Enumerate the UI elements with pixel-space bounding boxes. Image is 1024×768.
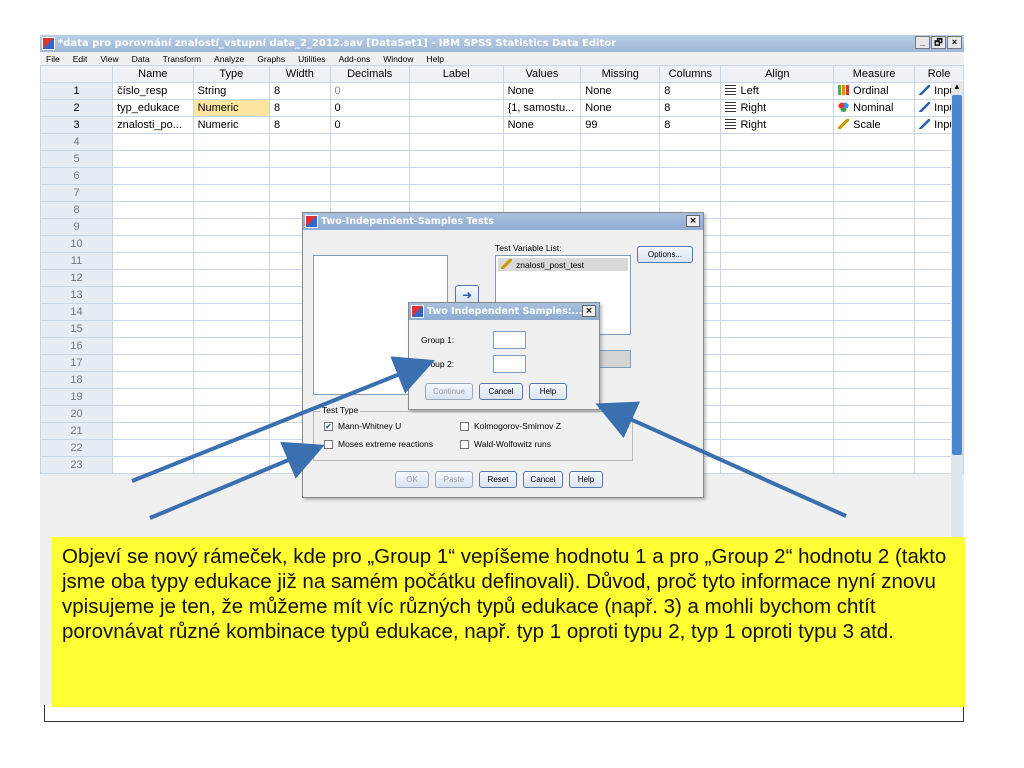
slide-frame	[44, 705, 964, 722]
explanation-caption: Objeví se nový rámeček, kde pro „Group 1…	[52, 537, 965, 707]
arrow-to-mann-whitney-icon	[149, 441, 325, 520]
arrow-to-groups-dialog-icon	[595, 401, 847, 518]
